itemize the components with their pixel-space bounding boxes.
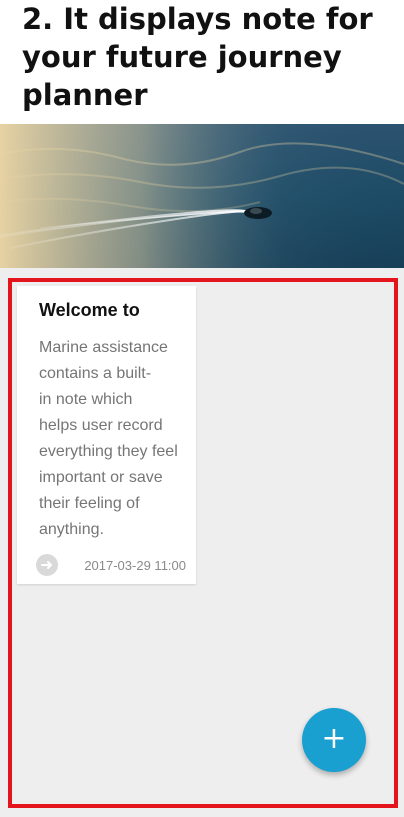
hero-ocean-image [0,124,404,268]
promo-caption: 2. It displays note for your future jour… [22,2,373,112]
add-note-button[interactable]: + [302,708,366,772]
add-icon: + [321,721,347,756]
